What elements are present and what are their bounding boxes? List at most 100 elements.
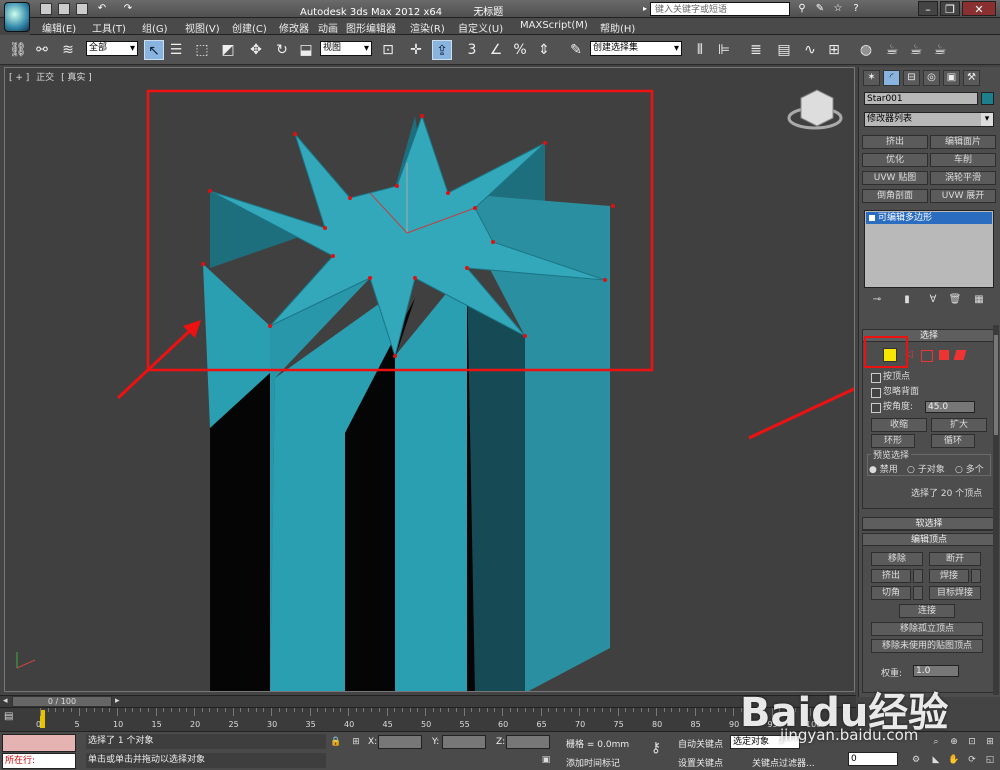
close-button[interactable]: ✕ xyxy=(962,1,996,16)
by-angle-checkbox[interactable]: 按角度: xyxy=(871,402,913,413)
menu-edit[interactable]: 编辑(E) xyxy=(42,20,76,35)
weld-vertex-button[interactable]: 焊接 xyxy=(929,569,969,583)
auto-key-button[interactable]: 自动关键点 xyxy=(678,737,723,750)
uvw-map-modifier-button[interactable]: UVW 贴图 xyxy=(862,171,928,185)
save-file-icon[interactable] xyxy=(76,3,88,15)
redo-icon[interactable]: ↷ xyxy=(122,3,134,15)
named-selection-dropdown[interactable]: 创建选择集 xyxy=(590,41,682,56)
unwrap-uvw-modifier-button[interactable]: UVW 展开 xyxy=(930,189,996,203)
chamfer-settings-button[interactable] xyxy=(913,586,923,600)
search-expand-icon[interactable]: ▸ xyxy=(643,4,647,13)
keyboard-shortcut-toggle-icon[interactable]: ⇪ xyxy=(432,40,452,60)
time-slider[interactable]: ◂ 0 / 100 ▸ xyxy=(0,695,856,707)
preview-multi-radio[interactable]: ○ 多个 xyxy=(955,462,984,475)
preview-subobject-radio[interactable]: ○ 子对象 xyxy=(907,462,945,475)
link-icon[interactable]: ⛓ xyxy=(8,40,28,60)
extrude-modifier-button[interactable]: 挤出 xyxy=(862,135,928,149)
pin-stack-icon[interactable]: ⊸ xyxy=(870,294,884,308)
element-mode-icon[interactable] xyxy=(953,350,967,360)
show-end-result-icon[interactable]: ▮ xyxy=(900,294,914,308)
menu-create[interactable]: 创建(C) xyxy=(232,20,267,35)
break-vertex-button[interactable]: 断开 xyxy=(929,552,981,566)
set-key-button[interactable]: 设置关键点 xyxy=(678,756,723,769)
edit-named-selection-icon[interactable]: ✎ xyxy=(566,40,586,60)
time-slider-thumb[interactable]: 0 / 100 xyxy=(12,696,112,707)
menu-customize[interactable]: 自定义(U) xyxy=(458,20,503,35)
configure-sets-icon[interactable]: ▦ xyxy=(972,294,986,308)
extrude-settings-button[interactable] xyxy=(913,569,923,583)
maxscript-listener[interactable] xyxy=(2,734,76,752)
schematic-view-icon[interactable]: ⊞ xyxy=(824,40,844,60)
spinner-snap-icon[interactable]: ⇕ xyxy=(534,40,554,60)
graphite-tools-icon[interactable]: ▤ xyxy=(774,40,794,60)
remove-modifier-icon[interactable]: 🗑 xyxy=(948,294,962,308)
open-file-icon[interactable] xyxy=(58,3,70,15)
angle-value-input[interactable]: 45.0 xyxy=(925,401,975,413)
render-setup-icon[interactable]: ☕ xyxy=(882,40,902,60)
field-of-view-icon[interactable]: ◣ xyxy=(930,754,942,766)
modify-tab-icon[interactable]: ◜ xyxy=(883,70,900,86)
next-frame-icon[interactable]: ▸ xyxy=(115,696,120,706)
hierarchy-tab-icon[interactable]: ⊟ xyxy=(903,70,920,86)
edit-vertices-title[interactable]: 编辑顶点 xyxy=(863,534,995,546)
chevron-down-icon[interactable]: ▾ xyxy=(981,113,993,126)
menu-rendering[interactable]: 渲染(R) xyxy=(410,20,445,35)
create-tab-icon[interactable]: ✶ xyxy=(863,70,880,86)
chamfer-vertex-button[interactable]: 切角 xyxy=(871,586,911,600)
menu-modifiers[interactable]: 修改器 xyxy=(279,20,309,35)
soft-selection-title[interactable]: 软选择 xyxy=(863,518,995,530)
menu-maxscript[interactable]: MAXScript(M) xyxy=(520,20,588,31)
rectangular-selection-icon[interactable]: ⬚ xyxy=(192,40,212,60)
object-color-swatch[interactable] xyxy=(981,92,994,105)
render-production-icon[interactable]: ☕ xyxy=(930,40,950,60)
remove-isolated-vertices-button[interactable]: 移除孤立顶点 xyxy=(871,622,983,636)
absolute-mode-icon[interactable]: ⊞ xyxy=(350,736,362,748)
time-tag-icon[interactable]: ▣ xyxy=(540,754,552,766)
key-filters-button[interactable]: 关键点过滤器... xyxy=(752,756,815,769)
binoculars-icon[interactable]: ⚲ xyxy=(796,3,808,15)
zoom-all-icon[interactable]: ⊕ xyxy=(948,736,960,748)
minimize-button[interactable]: – xyxy=(918,1,938,16)
ring-button[interactable]: 环形 xyxy=(871,434,915,448)
bevel-profile-modifier-button[interactable]: 倒角剖面 xyxy=(862,189,928,203)
zoom-extents-all-icon[interactable]: ⊞ xyxy=(984,736,996,748)
remove-unused-map-vertices-button[interactable]: 移除未使用的贴图顶点 xyxy=(871,639,983,653)
help-icon[interactable]: ? xyxy=(850,3,862,15)
current-frame-input[interactable]: 0 xyxy=(848,752,898,766)
search-input[interactable]: 键入关键字或短语 xyxy=(650,2,790,16)
curve-editor-icon[interactable]: ∿ xyxy=(800,40,820,60)
unlink-icon[interactable]: ⚯ xyxy=(32,40,52,60)
viewcube-icon[interactable] xyxy=(800,89,834,127)
prev-frame-icon[interactable]: ◂ xyxy=(3,696,8,706)
key-icon[interactable]: ⚷ xyxy=(650,741,662,755)
material-editor-icon[interactable]: ◍ xyxy=(856,40,876,60)
snap-3d-icon[interactable]: 3 xyxy=(462,40,482,60)
angle-snap-icon[interactable]: ∠ xyxy=(486,40,506,60)
select-by-name-icon[interactable]: ☰ xyxy=(166,40,186,60)
tools-icon[interactable]: ✎ xyxy=(814,3,826,15)
stack-item-editable-poly[interactable]: 可编辑多边形 xyxy=(866,212,992,224)
app-logo-icon[interactable] xyxy=(4,2,30,32)
motion-tab-icon[interactable]: ◎ xyxy=(923,70,940,86)
ignore-backfacing-checkbox[interactable]: 忽略背面 xyxy=(871,387,919,398)
weld-settings-button[interactable] xyxy=(971,569,981,583)
target-weld-button[interactable]: 目标焊接 xyxy=(929,586,981,600)
optimize-modifier-button[interactable]: 优化 xyxy=(862,153,928,167)
rotate-icon[interactable]: ↻ xyxy=(272,40,292,60)
time-config-icon[interactable]: ⚙ xyxy=(910,754,922,766)
layer-manager-icon[interactable]: ≣ xyxy=(746,40,766,60)
grow-button[interactable]: 扩大 xyxy=(931,418,987,432)
add-time-tag-text[interactable]: 添加时间标记 xyxy=(566,756,620,769)
bind-spacewarp-icon[interactable]: ≋ xyxy=(58,40,78,60)
remove-vertex-button[interactable]: 移除 xyxy=(871,552,923,566)
selection-filter-dropdown[interactable]: 全部 xyxy=(86,41,138,56)
modifier-list-dropdown[interactable]: 修改器列表 ▾ xyxy=(864,112,994,127)
pan-icon[interactable]: ✋ xyxy=(948,754,960,766)
move-icon[interactable]: ✥ xyxy=(246,40,266,60)
menu-graph-editors[interactable]: 图形编辑器 xyxy=(346,20,396,35)
pivot-center-icon[interactable]: ⊡ xyxy=(378,40,398,60)
maximize-button[interactable]: ❐ xyxy=(940,1,960,16)
maximize-viewport-icon[interactable]: ◱ xyxy=(984,754,996,766)
shrink-button[interactable]: 收缩 xyxy=(871,418,927,432)
loop-button[interactable]: 循环 xyxy=(931,434,975,448)
